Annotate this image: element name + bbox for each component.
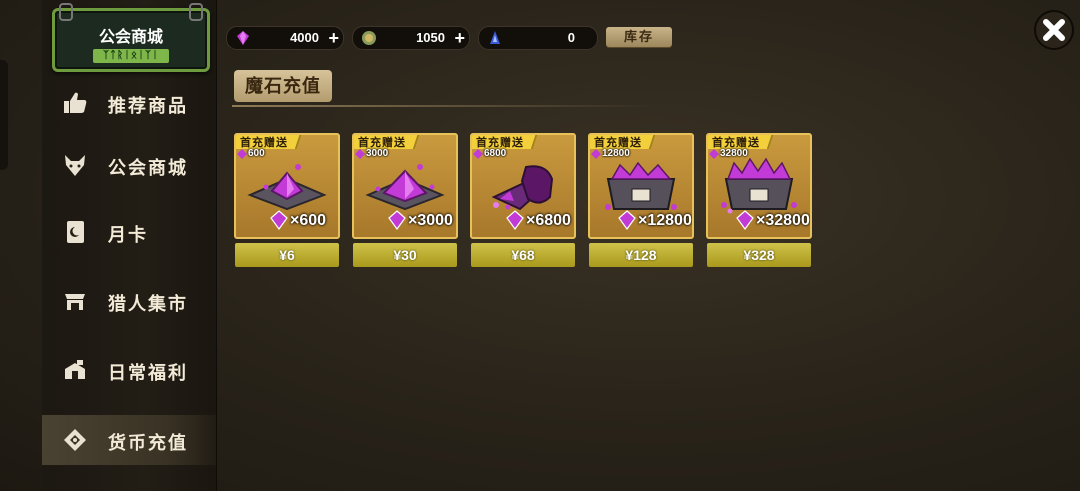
currency-crystal: 0	[478, 26, 598, 50]
section-title-magic-stone-recharge: 魔石充值	[234, 70, 332, 102]
price-button-328[interactable]: ¥328	[707, 243, 811, 267]
thumbs-up-icon	[64, 92, 87, 113]
bonus-gem-icon	[237, 149, 247, 159]
guild-shop-subtitle: ᛉᛏᚱᛁᛟᛁᛉᛁ	[93, 49, 169, 63]
first-charge-ribbon: 首充赠送 600	[236, 135, 302, 163]
sidebar-item-guild-shop[interactable]: 公会商城	[42, 140, 216, 190]
bonus-gem-icon	[591, 149, 601, 159]
section-divider	[232, 105, 656, 107]
sidebar-item-currency-recharge[interactable]: 货币充值	[42, 415, 216, 465]
bonus-gem-icon	[709, 149, 719, 159]
close-icon	[1043, 19, 1065, 41]
coin-value: 1050	[416, 30, 445, 45]
product-card-6800[interactable]: 首充赠送 6800 ×6800	[470, 133, 576, 239]
add-coin-button[interactable]: +	[454, 27, 465, 49]
green-coin-icon	[362, 31, 376, 45]
sidebar-item-label: 猎人集市	[108, 294, 188, 314]
guild-shop-badge: 公会商城 ᛉᛏᚱᛁᛟᛁᛉᛁ	[52, 3, 210, 72]
left-edge-tab	[0, 60, 8, 170]
price-button-68[interactable]: ¥68	[471, 243, 575, 267]
gem-cart-large-icon	[721, 157, 797, 214]
bonus-amount: 3000	[366, 148, 389, 159]
purple-gem-icon	[388, 210, 406, 230]
wolf-head-icon	[65, 155, 85, 176]
price-button-128[interactable]: ¥128	[589, 243, 693, 267]
bonus-gem-icon	[473, 149, 483, 159]
bonus-amount: 6800	[484, 148, 507, 159]
diamond-coin-icon	[64, 429, 86, 451]
sidebar-item-label: 日常福利	[108, 363, 188, 383]
first-charge-ribbon: 首充赠送 3000	[354, 135, 420, 163]
quantity-text: ×6800	[526, 212, 571, 229]
quantity-text: ×12800	[638, 212, 692, 229]
purple-gem-icon	[618, 210, 636, 230]
currency-magic-stone: 4000 +	[226, 26, 344, 50]
sidebar-item-hunter-market[interactable]: 猎人集市	[42, 276, 216, 326]
purple-gem-icon	[270, 210, 288, 230]
gift-box-icon	[65, 360, 85, 379]
product-card-3000[interactable]: 首充赠送 3000 ×3000	[352, 133, 458, 239]
close-button[interactable]	[1034, 10, 1074, 50]
guild-shop-title: 公会商城	[98, 29, 163, 46]
bonus-gem-icon	[355, 149, 365, 159]
inventory-button[interactable]: 库存	[606, 27, 672, 47]
price-button-30[interactable]: ¥30	[353, 243, 457, 267]
gem-cart-icon	[605, 161, 677, 210]
bonus-amount: 32800	[720, 148, 748, 159]
bonus-amount: 12800	[602, 148, 630, 159]
magic-stone-value: 4000	[290, 30, 319, 45]
currency-coin: 1050 +	[352, 26, 470, 50]
sidebar-item-recommended[interactable]: 推荐商品	[42, 78, 216, 128]
quantity-text: ×32800	[756, 212, 810, 229]
product-card-600[interactable]: 首充赠送 600 ×600	[234, 133, 340, 239]
first-charge-ribbon: 首充赠送 6800	[472, 135, 538, 163]
gem-sack-icon	[491, 165, 554, 211]
sidebar-item-monthly-card[interactable]: 月卡	[42, 207, 216, 257]
crystal-value: 0	[567, 30, 575, 45]
sidebar-item-label: 月卡	[108, 225, 148, 245]
sidebar-item-label: 货币充值	[108, 433, 188, 453]
product-card-12800[interactable]: 首充赠送 12800 ×12800	[588, 133, 694, 239]
market-stall-icon	[65, 294, 85, 310]
purple-gem-icon	[237, 31, 249, 45]
gem-pile-small-icon	[247, 164, 327, 211]
quantity-text: ×3000	[408, 212, 453, 229]
purple-gem-icon	[506, 210, 524, 230]
first-charge-ribbon: 首充赠送 12800	[590, 135, 656, 163]
bonus-amount: 600	[248, 148, 265, 159]
moon-card-icon	[67, 221, 84, 243]
purple-gem-icon	[736, 210, 754, 230]
chain-left-decoration	[59, 3, 73, 21]
first-charge-ribbon: 首充赠送 32800	[708, 135, 774, 163]
quantity-text: ×600	[290, 212, 327, 229]
add-magic-stone-button[interactable]: +	[328, 27, 339, 49]
blue-crystal-icon	[490, 31, 500, 44]
product-card-32800[interactable]: 首充赠送 32800 ×32800	[706, 133, 812, 239]
sidebar-item-label: 推荐商品	[108, 96, 188, 116]
gem-pile-medium-icon	[365, 164, 445, 211]
sidebar-item-label: 公会商城	[108, 158, 188, 178]
sidebar-item-daily-welfare[interactable]: 日常福利	[42, 345, 216, 395]
chain-right-decoration	[189, 3, 203, 21]
price-button-6[interactable]: ¥6	[235, 243, 339, 267]
